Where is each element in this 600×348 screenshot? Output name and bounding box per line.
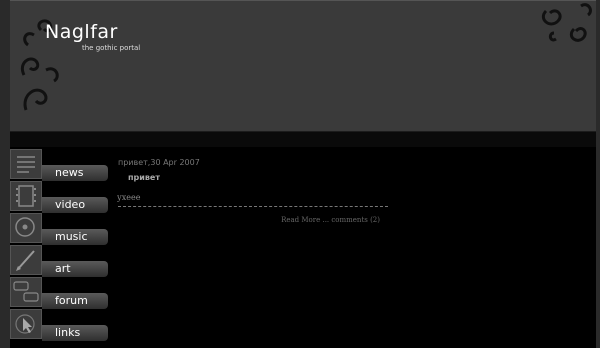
post-title: привет	[128, 173, 160, 182]
nav-label[interactable]: art	[55, 262, 71, 275]
nav-item-forum[interactable]: forum	[10, 277, 110, 309]
left-frame	[0, 0, 10, 348]
right-frame	[596, 0, 600, 348]
nav-label[interactable]: forum	[55, 294, 88, 307]
nav-item-music[interactable]: music	[10, 213, 110, 245]
nav-item-links[interactable]: links	[10, 309, 110, 341]
header: Naglfar the gothic portal	[10, 0, 596, 132]
read-more-link[interactable]: Read More ... comments (2)	[281, 216, 380, 224]
post-footer: Read More ... comments (2)	[118, 206, 388, 226]
nav-label[interactable]: music	[55, 230, 88, 243]
news-icon	[10, 149, 42, 179]
nav-label[interactable]: video	[55, 198, 85, 211]
post-body: ухеее	[117, 193, 141, 202]
swirl-ornament-right-icon	[541, 3, 592, 42]
nav-label[interactable]: links	[55, 326, 80, 339]
news-post: привет,30 Apr 2007 привет ухеее Read Mor…	[117, 158, 388, 226]
cursor-icon	[10, 309, 42, 339]
nav-label[interactable]: news	[55, 166, 83, 179]
nav-tab	[42, 261, 108, 277]
post-meta: привет,30 Apr 2007	[118, 158, 200, 167]
nav-item-news[interactable]: news	[10, 149, 110, 181]
speech-bubbles-icon	[10, 277, 42, 307]
header-band	[10, 131, 596, 147]
disc-icon	[10, 213, 42, 243]
pen-icon	[10, 245, 42, 275]
site-tagline: the gothic portal	[82, 44, 141, 52]
site-title[interactable]: Naglfar	[45, 21, 118, 43]
nav-item-video[interactable]: video	[10, 181, 110, 213]
film-icon	[10, 181, 42, 211]
nav-item-art[interactable]: art	[10, 245, 110, 277]
